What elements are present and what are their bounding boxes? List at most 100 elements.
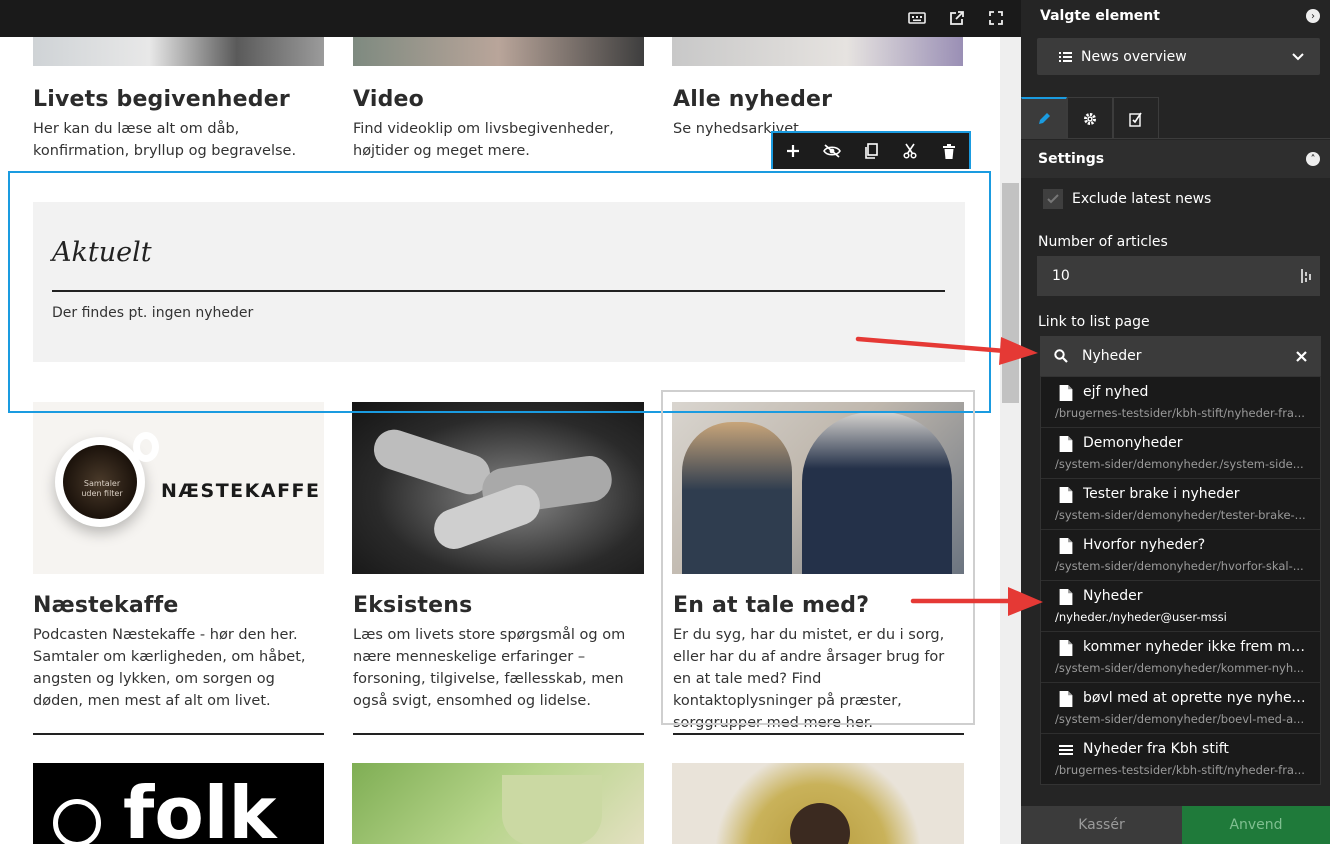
clear-icon[interactable] <box>1296 350 1307 362</box>
checklist-icon <box>1129 112 1142 127</box>
selected-block-frame <box>8 171 991 413</box>
cup-label: Samtaler uden filter <box>81 479 123 498</box>
result-title: Hvorfor nyheder? <box>1083 537 1206 553</box>
page-icon <box>1059 589 1073 605</box>
card-title[interactable]: Livets begivenheder <box>33 87 325 112</box>
canvas-scrollbar[interactable] <box>1000 37 1021 844</box>
number-of-articles-value: 10 <box>1052 268 1070 284</box>
hide-icon[interactable] <box>820 139 844 163</box>
copy-icon[interactable] <box>859 139 883 163</box>
cup-image <box>352 763 644 844</box>
card-eksistens[interactable]: Eksistens Læs om livets store spørgsmål … <box>353 593 645 712</box>
result-title: ejf nyhed <box>1083 384 1149 400</box>
exclude-latest-news-label: Exclude latest news <box>1072 191 1212 207</box>
result-item[interactable]: Tester brake i nyheder /system-sider/dem… <box>1041 479 1320 530</box>
chevron-up-icon[interactable]: ˄ <box>1306 152 1320 166</box>
exclude-latest-news-row[interactable]: Exclude latest news <box>1043 189 1211 209</box>
number-of-articles-input[interactable]: 10 <box>1037 256 1320 296</box>
search-value: Nyheder <box>1082 348 1142 364</box>
result-item[interactable]: Demonyheder /system-sider/demonyheder./s… <box>1041 428 1320 479</box>
properties-panel: Valgte element › News overview Settings … <box>1021 0 1330 844</box>
card-text: Læs om livets store spørgsmål og om nære… <box>353 627 626 709</box>
cut-icon[interactable] <box>898 139 922 163</box>
page-icon <box>1059 487 1073 503</box>
result-item[interactable]: kommer nyheder ikke frem mer... /system-… <box>1041 632 1320 683</box>
folk-image: folk <box>33 763 324 844</box>
element-type-label: News overview <box>1081 48 1187 65</box>
result-item[interactable]: Hvorfor nyheder? /system-sider/demonyhed… <box>1041 530 1320 581</box>
cancel-button[interactable]: Kassér <box>1021 806 1182 844</box>
exclude-latest-news-checkbox[interactable] <box>1043 189 1063 209</box>
result-title: Nyheder <box>1083 588 1143 604</box>
card-title[interactable]: Video <box>353 87 645 112</box>
fullscreen-icon[interactable] <box>984 6 1008 30</box>
page-icon <box>1059 436 1073 452</box>
stepper-icon[interactable] <box>1301 268 1311 284</box>
tab-settings[interactable] <box>1067 97 1113 139</box>
element-type-select[interactable]: News overview <box>1037 38 1320 75</box>
fresco-image <box>672 763 964 844</box>
result-path: /system-sider/demonyheder/hvorfor-skal-.… <box>1055 559 1304 573</box>
keyboard-icon[interactable] <box>905 6 929 30</box>
settings-section-header[interactable]: Settings ˄ <box>1021 140 1330 178</box>
card-video[interactable]: Video Find videoklip om livsbegivenheder… <box>353 87 645 162</box>
result-title: kommer nyheder ikke frem mer... <box>1083 639 1308 655</box>
search-icon <box>1054 349 1068 363</box>
result-path: /nyheder./nyheder@user-mssi <box>1055 610 1227 624</box>
hovered-card-frame <box>661 390 975 725</box>
page-icon <box>1059 691 1073 707</box>
external-link-icon[interactable] <box>945 6 969 30</box>
pencil-icon <box>1039 113 1050 124</box>
tab-validation[interactable] <box>1113 97 1159 139</box>
check-icon <box>1047 194 1059 204</box>
scrollbar-thumb[interactable] <box>1002 183 1019 403</box>
card-naestekaffe[interactable]: Næstekaffe Podcasten Næstekaffe - hør de… <box>33 593 325 712</box>
teacup-shape <box>502 775 602 844</box>
panel-footer: Kassér Anvend <box>1021 806 1330 844</box>
annotation-arrow <box>855 336 1038 365</box>
collapse-panel-icon[interactable]: › <box>1306 9 1320 23</box>
list-icon <box>1059 51 1072 62</box>
panel-tabs <box>1021 97 1330 139</box>
chevron-down-icon <box>1292 52 1304 60</box>
page-icon <box>1059 640 1073 656</box>
card-divider <box>33 733 324 735</box>
card-livets-begivenheder[interactable]: Livets begivenheder Her kan du læse alt … <box>33 87 325 162</box>
tab-edit[interactable] <box>1021 97 1067 139</box>
result-item[interactable]: bøvl med at oprette nye nyheder /system-… <box>1041 683 1320 734</box>
result-item-nyheder[interactable]: Nyheder /nyheder./nyheder@user-mssi <box>1041 581 1320 632</box>
folk-circle-shape <box>53 799 101 844</box>
result-item[interactable]: ejf nyhed /brugernes-testsider/kbh-stift… <box>1041 377 1320 428</box>
link-search-input[interactable]: Nyheder <box>1040 336 1321 376</box>
card-divider <box>353 733 644 735</box>
settings-section-title: Settings <box>1038 151 1105 167</box>
search-results-list: ejf nyhed /brugernes-testsider/kbh-stift… <box>1040 376 1321 785</box>
card-title[interactable]: Eksistens <box>353 593 645 618</box>
apply-button[interactable]: Anvend <box>1182 806 1330 844</box>
card-title[interactable]: Næstekaffe <box>33 593 325 618</box>
result-path: /system-sider/demonyheder./system-side..… <box>1055 457 1304 471</box>
cup-handle <box>133 432 159 462</box>
folk-logo-text: folk <box>123 771 277 844</box>
result-path: /system-sider/demonyheder/tester-brake-.… <box>1055 508 1306 522</box>
trash-icon[interactable] <box>937 139 961 163</box>
result-item[interactable]: Nyheder fra Kbh stift /brugernes-testsid… <box>1041 734 1320 784</box>
result-title: Nyheder fra Kbh stift <box>1083 741 1229 757</box>
result-title: Tester brake i nyheder <box>1083 486 1240 502</box>
news-archive-image <box>672 37 963 66</box>
editor-topbar <box>0 0 1021 37</box>
hand-shape <box>368 424 496 500</box>
number-of-articles-label: Number of articles <box>1038 234 1168 250</box>
annotation-arrow <box>910 587 1043 616</box>
page-icon <box>1059 385 1073 401</box>
card-text: Find videoklip om livsbegivenheder, højt… <box>353 121 614 159</box>
link-to-list-page-label: Link to list page <box>1038 314 1150 330</box>
result-path: /system-sider/demonyheder/kommer-nyh... <box>1055 661 1305 675</box>
naestekaffe-image: Samtaler uden filter NÆSTEKAFFE <box>33 402 324 574</box>
panel-title: Valgte element <box>1040 8 1160 24</box>
card-text: Her kan du læse alt om dåb, konfirmation… <box>33 121 297 159</box>
card-title[interactable]: Alle nyheder <box>673 87 965 112</box>
add-icon[interactable] <box>781 139 805 163</box>
result-title: bøvl med at oprette nye nyheder <box>1083 690 1308 706</box>
result-path: /brugernes-testsider/kbh-stift/nyheder-f… <box>1055 763 1305 777</box>
